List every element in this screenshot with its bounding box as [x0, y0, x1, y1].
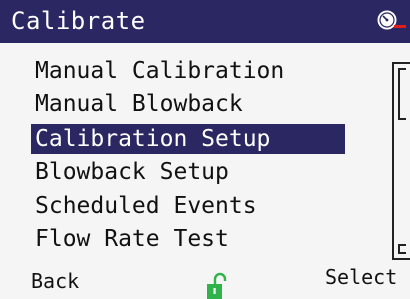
gauge-alarm-icon [377, 10, 406, 30]
scrollbar-thumb[interactable] [398, 68, 406, 120]
unlocked-padlock-icon [207, 272, 227, 299]
menu-scrollbar[interactable] [392, 62, 410, 260]
calibrate-screen: Calibrate Manual Calibration Manual Blow… [0, 0, 410, 299]
menu-item-flow-rate-test[interactable]: Flow Rate Test [31, 224, 345, 254]
select-softkey[interactable]: Select [325, 262, 397, 292]
title-bar: Calibrate [0, 0, 410, 43]
page-title: Calibrate [11, 7, 146, 35]
menu-item-manual-blowback[interactable]: Manual Blowback [31, 89, 345, 119]
menu-item-scheduled-events[interactable]: Scheduled Events [31, 191, 345, 221]
scrollbar-end-marker [398, 244, 406, 254]
menu-item-manual-calibration[interactable]: Manual Calibration [31, 56, 345, 86]
menu-item-calibration-setup[interactable]: Calibration Setup [31, 124, 345, 154]
back-softkey[interactable]: Back [31, 266, 79, 296]
menu-item-blowback-setup[interactable]: Blowback Setup [31, 157, 345, 187]
